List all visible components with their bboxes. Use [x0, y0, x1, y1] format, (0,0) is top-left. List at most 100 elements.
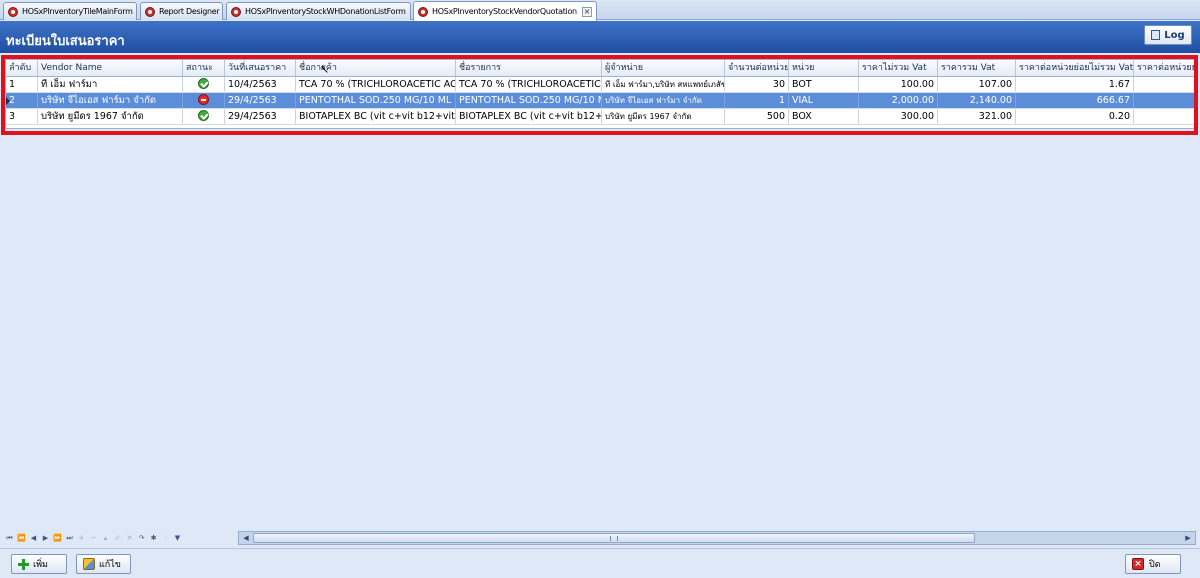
- row-indicator-icon: [6, 97, 10, 105]
- close-button[interactable]: × ปิด: [1125, 554, 1181, 574]
- app-icon: [418, 6, 428, 17]
- tab-label: HOSxPInventoryStockVendorQuotation: [432, 7, 577, 16]
- edit-record-icon[interactable]: ▴: [100, 532, 111, 544]
- tab-vendor-quotation[interactable]: HOSxPInventoryStockVendorQuotation ×: [413, 1, 597, 21]
- col-header-price-ex-vat[interactable]: ราคาไม่รวม Vat: [859, 60, 938, 76]
- col-header-vendor-name[interactable]: Vendor Name: [38, 60, 183, 76]
- cell-trade-name: BIOTAPLEX BC (vit c+vit b12+vit b: [296, 109, 456, 124]
- approved-check-icon: [198, 110, 209, 121]
- goto-bookmark-icon[interactable]: ⁘: [160, 532, 171, 544]
- tab-label: HOSxPInventoryStockWHDonationListForm: [245, 7, 406, 16]
- col-header-quotation-date[interactable]: วันที่เสนอราคา: [225, 60, 296, 76]
- cell-sub-unit-price-ex-vat: 0.20: [1016, 109, 1134, 124]
- next-record-icon[interactable]: ▶: [40, 532, 51, 544]
- scroll-left-icon[interactable]: ◀: [240, 533, 252, 543]
- last-page-icon[interactable]: ⏭: [64, 532, 75, 544]
- table-row-selected[interactable]: 2 บริษัท จีไอเอส ฟาร์มา จำกัด 29/4/2563 …: [6, 93, 1196, 109]
- col-header-qty-per-unit[interactable]: จำนวนต่อหน่วย: [725, 60, 789, 76]
- cell-trade-name: TCA 70 % (TRICHLOROACETIC ACID): [296, 77, 456, 92]
- col-header-unit[interactable]: หน่วย: [789, 60, 859, 76]
- cell-supplier: ที เอ็ม ฟาร์มา,บริษัท สหแพทย์เภสัช: [602, 77, 725, 92]
- tab-label: Report Designer: [159, 7, 220, 16]
- first-page-icon[interactable]: ⏮: [4, 532, 15, 544]
- close-tab-icon[interactable]: ×: [581, 6, 592, 17]
- page-title: ทะเบียนใบเสนอราคา: [6, 34, 125, 49]
- log-icon: [1151, 30, 1161, 40]
- cell-quotation-date: 29/4/2563: [225, 93, 296, 108]
- previous-record-icon[interactable]: ◀: [28, 532, 39, 544]
- cell-no: 1: [6, 77, 38, 92]
- grip-icon: [610, 536, 618, 541]
- col-header-sub-unit-price[interactable]: ราคาต่อหน่วยย่อ: [1134, 60, 1196, 76]
- cell-no: 3: [6, 109, 38, 124]
- data-navigator: ⏮ ⏪ ◀ ▶ ⏩ ⏭ + − ▴ ✓ ✕ ↷ ✱ ⁘ ▼: [2, 531, 200, 545]
- cancelled-stop-icon: [198, 94, 209, 105]
- cell-status: [183, 109, 225, 124]
- save-bookmark-icon[interactable]: ✱: [148, 532, 159, 544]
- edit-icon: [83, 558, 95, 570]
- edit-button[interactable]: แก้ไข: [76, 554, 131, 574]
- cell-quotation-date: 29/4/2563: [225, 109, 296, 124]
- cell-price-ex-vat: 100.00: [859, 77, 938, 92]
- cell-item-name: TCA 70 % (TRICHLOROACETIC ACID): [456, 77, 602, 92]
- log-button[interactable]: Log: [1144, 25, 1192, 45]
- app-icon: [8, 6, 18, 17]
- cell-status: [183, 77, 225, 92]
- col-header-sub-unit-price-ex-vat[interactable]: ราคาต่อหน่วยย่อยไม่รวม Vat: [1016, 60, 1134, 76]
- cell-sub-unit-price: [1134, 109, 1196, 124]
- previous-page-icon[interactable]: ⏪: [16, 532, 27, 544]
- cell-vendor-name: ที เอ็ม ฟาร์มา: [38, 77, 183, 92]
- cell-qty-per-unit: 500: [725, 109, 789, 124]
- cell-unit: VIAL: [789, 93, 859, 108]
- tab-inventory-tile-main[interactable]: HOSxPInventoryTileMainForm: [3, 2, 137, 20]
- document-tab-strip: HOSxPInventoryTileMainForm Report Design…: [0, 0, 1200, 21]
- cell-sub-unit-price: [1134, 77, 1196, 92]
- main-content: ลำดับ Vendor Name สถานะ วันที่เสนอราคา ช…: [0, 53, 1200, 530]
- quotation-grid[interactable]: ลำดับ Vendor Name สถานะ วันที่เสนอราคา ช…: [5, 59, 1197, 129]
- close-icon: ×: [1132, 558, 1144, 570]
- approved-check-icon: [198, 78, 209, 89]
- col-header-item-name[interactable]: ชื่อรายการ: [456, 60, 602, 76]
- cell-price-ex-vat: 2,000.00: [859, 93, 938, 108]
- tab-stock-wh-donation[interactable]: HOSxPInventoryStockWHDonationListForm: [226, 2, 411, 20]
- tab-report-designer[interactable]: Report Designer: [140, 2, 223, 20]
- delete-record-icon[interactable]: −: [88, 532, 99, 544]
- add-button[interactable]: เพิ่ม: [11, 554, 67, 574]
- cell-supplier: บริษัท จีไอเอส ฟาร์มา จำกัด: [602, 93, 725, 108]
- tab-label: HOSxPInventoryTileMainForm: [22, 7, 133, 16]
- scroll-thumb[interactable]: [253, 533, 975, 543]
- filter-icon[interactable]: ▼: [172, 532, 183, 544]
- post-edit-icon[interactable]: ✓: [112, 532, 123, 544]
- append-record-icon[interactable]: +: [76, 532, 87, 544]
- cell-price-inc-vat: 321.00: [938, 109, 1016, 124]
- cell-vendor-name: บริษัท จีไอเอส ฟาร์มา จำกัด: [38, 93, 183, 108]
- refresh-icon[interactable]: ↷: [136, 532, 147, 544]
- cell-quotation-date: 10/4/2563: [225, 77, 296, 92]
- scroll-right-icon[interactable]: ▶: [1182, 533, 1194, 543]
- table-row[interactable]: 3 บริษัท ยูมีดร 1967 จำกัด 29/4/2563 BIO…: [6, 109, 1196, 125]
- table-row[interactable]: 1 ที เอ็ม ฟาร์มา 10/4/2563 TCA 70 % (TRI…: [6, 77, 1196, 93]
- cell-item-name: PENTOTHAL SOD.250 MG/10 ML: [456, 93, 602, 108]
- cell-item-name: BIOTAPLEX BC (vit c+vit b12+vit b: [456, 109, 602, 124]
- col-header-supplier[interactable]: ผู้จำหน่าย: [602, 60, 725, 76]
- col-header-status[interactable]: สถานะ: [183, 60, 225, 76]
- col-header-no[interactable]: ลำดับ: [6, 60, 38, 76]
- add-button-label: เพิ่ม: [33, 560, 48, 570]
- horizontal-scrollbar[interactable]: ◀ ▶: [238, 531, 1196, 545]
- form-header: ทะเบียนใบเสนอราคา Log: [0, 21, 1200, 53]
- cancel-edit-icon[interactable]: ✕: [124, 532, 135, 544]
- cell-price-inc-vat: 107.00: [938, 77, 1016, 92]
- cell-sub-unit-price-ex-vat: 666.67: [1016, 93, 1134, 108]
- cell-vendor-name: บริษัท ยูมีดร 1967 จำกัด: [38, 109, 183, 124]
- app-icon: [231, 6, 241, 17]
- close-button-label: ปิด: [1149, 560, 1161, 570]
- cell-supplier: บริษัท ยูมีดร 1967 จำกัด: [602, 109, 725, 124]
- cell-status: [183, 93, 225, 108]
- cell-sub-unit-price-ex-vat: 1.67: [1016, 77, 1134, 92]
- cell-qty-per-unit: 1: [725, 93, 789, 108]
- col-header-price-inc-vat[interactable]: ราคารวม Vat: [938, 60, 1016, 76]
- cell-sub-unit-price: [1134, 93, 1196, 108]
- cell-no: 2: [6, 93, 38, 108]
- next-page-icon[interactable]: ⏩: [52, 532, 63, 544]
- plus-icon: [18, 558, 29, 570]
